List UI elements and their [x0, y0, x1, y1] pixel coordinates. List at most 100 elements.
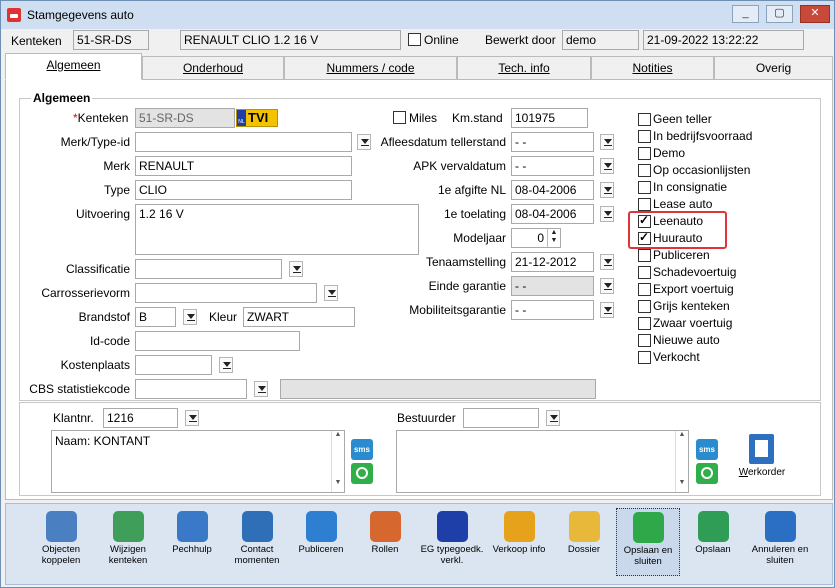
tenaam-field[interactable]: 21-12-2012: [511, 252, 594, 272]
mobiliteit-field[interactable]: - -: [511, 300, 594, 320]
bestuurder-field[interactable]: [463, 408, 539, 428]
sms-icon[interactable]: sms: [351, 439, 373, 460]
toolbar-button-10[interactable]: Opslaan: [681, 508, 745, 576]
mobiliteit-label: Mobiliteitsgarantie: [409, 303, 506, 317]
checkbox-label: Zwaar voertuig: [653, 316, 733, 330]
bestuurder-sms-icon[interactable]: sms: [696, 439, 718, 460]
toolbar-label: Dossier: [567, 544, 601, 555]
carrosserievorm-field[interactable]: [135, 283, 317, 303]
kleur-field[interactable]: ZWART: [243, 307, 355, 327]
klant-info-field[interactable]: Naam: KONTANT: [51, 430, 345, 493]
toelating-dropdown-icon[interactable]: [600, 206, 614, 222]
tab-onderhoud[interactable]: Onderhoud: [142, 56, 284, 80]
toolbar-button-1[interactable]: Wijzigen kenteken: [96, 508, 160, 576]
title-bar: Stamgegevens auto _ ▢ ✕: [1, 1, 834, 29]
afgifte-dropdown-icon[interactable]: [600, 182, 614, 198]
kostenplaats-field[interactable]: [135, 355, 212, 375]
klant-scrollbar[interactable]: ▲ ▼: [331, 431, 344, 492]
tab-notities[interactable]: Notities: [591, 56, 714, 80]
tab-overig[interactable]: Overig: [714, 56, 833, 80]
miles-checkbox[interactable]: [393, 111, 406, 124]
toolbar-button-9[interactable]: Opslaan en sluiten: [616, 508, 680, 576]
checkbox-9[interactable]: [638, 266, 651, 279]
checkbox-12[interactable]: [638, 317, 651, 330]
klantnr-field[interactable]: 1216: [103, 408, 178, 428]
cbs-field[interactable]: [135, 379, 247, 399]
toolbar-button-0[interactable]: Objecten koppelen: [29, 508, 93, 576]
toolbar-button-6[interactable]: EG typegoedk. verkl.: [420, 508, 484, 576]
minimize-button[interactable]: _: [732, 5, 759, 23]
toelating-label: 1e toelating: [443, 207, 506, 221]
contact-icon: [241, 511, 273, 542]
brandstof-dropdown-icon[interactable]: [183, 309, 197, 325]
toolbar-button-8[interactable]: Dossier: [552, 508, 616, 576]
einde-garantie-field[interactable]: - -: [511, 276, 594, 296]
kenteken-field[interactable]: 51-SR-DS: [135, 108, 235, 128]
apk-dropdown-icon[interactable]: [600, 158, 614, 174]
merk-type-id-field[interactable]: [135, 132, 352, 152]
type-label: Type: [103, 183, 130, 197]
afgifte-field[interactable]: 08-04-2006: [511, 180, 594, 200]
checkbox-5[interactable]: [638, 198, 651, 211]
whatsapp-icon[interactable]: [351, 463, 373, 484]
checkbox-10[interactable]: [638, 283, 651, 296]
checkbox-2[interactable]: [638, 147, 651, 160]
classificatie-field[interactable]: [135, 259, 282, 279]
model-field[interactable]: RENAULT CLIO 1.2 16 V: [180, 30, 401, 50]
toolbar-button-11[interactable]: Annuleren en sluiten: [748, 508, 812, 576]
bestuurder-whatsapp-icon[interactable]: [696, 463, 718, 484]
checkbox-14[interactable]: [638, 351, 651, 364]
modeljaar-spinner-icon[interactable]: ▲ ▼: [547, 229, 560, 247]
toolbar-button-3[interactable]: Contact momenten: [225, 508, 289, 576]
merk-field[interactable]: RENAULT: [135, 156, 352, 176]
checkbox-label: Nieuwe auto: [653, 333, 720, 347]
einde-garantie-dropdown-icon[interactable]: [600, 278, 614, 294]
checkbox-11[interactable]: [638, 300, 651, 313]
merk-label: Merk: [103, 159, 130, 173]
afleesdatum-dropdown-icon[interactable]: [600, 134, 614, 150]
kmstand-field[interactable]: 101975: [511, 108, 588, 128]
toolbar-button-7[interactable]: Verkoop info: [487, 508, 551, 576]
apk-field[interactable]: - -: [511, 156, 594, 176]
datetime-field[interactable]: 21-09-2022 13:22:22: [643, 30, 804, 50]
werkorder-button[interactable]: Werkorder: [737, 434, 787, 482]
checkbox-8[interactable]: [638, 249, 651, 262]
carrosserievorm-dropdown-icon[interactable]: [324, 285, 338, 301]
type-field[interactable]: CLIO: [135, 180, 352, 200]
idcode-field[interactable]: [135, 331, 300, 351]
toelating-field[interactable]: 08-04-2006: [511, 204, 594, 224]
maximize-button[interactable]: ▢: [766, 5, 793, 23]
classificatie-dropdown-icon[interactable]: [289, 261, 303, 277]
header-kenteken-field[interactable]: 51-SR-DS: [73, 30, 149, 50]
bewerkt-door-field[interactable]: demo: [562, 30, 639, 50]
tab-tech-info[interactable]: Tech. info: [457, 56, 591, 80]
afleesdatum-field[interactable]: - -: [511, 132, 594, 152]
checkbox-1[interactable]: [638, 130, 651, 143]
cbs-description-field: [280, 379, 596, 399]
toolbar-button-2[interactable]: Pechhulp: [160, 508, 224, 576]
bestuurder-info-field[interactable]: [396, 430, 689, 493]
checkbox-13[interactable]: [638, 334, 651, 347]
online-checkbox[interactable]: [408, 33, 421, 46]
kenteken-req-mark: *Kenteken: [73, 111, 129, 125]
checkbox-4[interactable]: [638, 181, 651, 194]
checkbox-3[interactable]: [638, 164, 651, 177]
brandstof-label: Brandstof: [78, 310, 130, 324]
bestuurder-scrollbar[interactable]: ▲ ▼: [675, 431, 688, 492]
close-button[interactable]: ✕: [800, 5, 830, 23]
mobiliteit-dropdown-icon[interactable]: [600, 302, 614, 318]
toolbar-label: Publiceren: [298, 544, 344, 555]
kostenplaats-dropdown-icon[interactable]: [219, 357, 233, 373]
bestuurder-dropdown-icon[interactable]: [546, 410, 560, 426]
klantnr-dropdown-icon[interactable]: [185, 410, 199, 426]
brandstof-field[interactable]: B: [135, 307, 176, 327]
tenaam-dropdown-icon[interactable]: [600, 254, 614, 270]
tvi-badge[interactable]: NL TVI: [236, 109, 278, 127]
checkbox-label: Verkocht: [653, 350, 700, 364]
cbs-dropdown-icon[interactable]: [254, 381, 268, 397]
toolbar-button-4[interactable]: Publiceren: [289, 508, 353, 576]
checkbox-0[interactable]: [638, 113, 651, 126]
tab-nummers[interactable]: Nummers / code: [284, 56, 457, 80]
tab-algemeen[interactable]: Algemeen: [5, 53, 142, 80]
toolbar-button-5[interactable]: Rollen: [353, 508, 417, 576]
